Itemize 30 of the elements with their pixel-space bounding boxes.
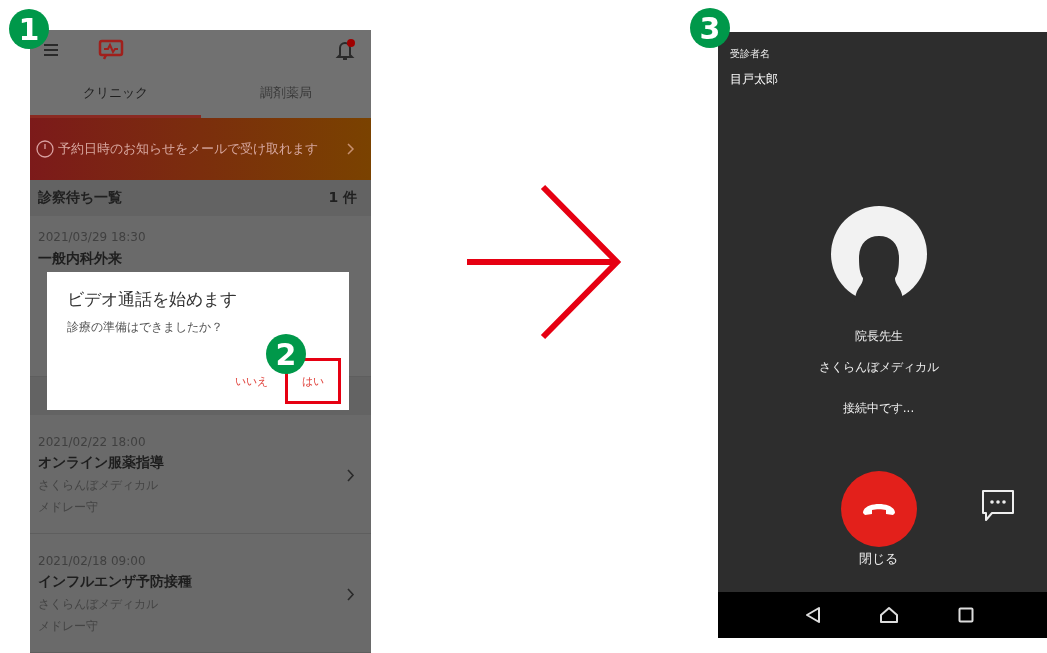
clock-icon — [36, 140, 54, 158]
chevron-icon — [347, 587, 355, 601]
step-badge: 3 — [690, 8, 730, 48]
appointment-title: 一般内科外来 — [38, 250, 122, 268]
back-icon[interactable] — [805, 606, 822, 624]
notice-banner[interactable]: 予約日時のお知らせをメールで受け取れます — [30, 118, 371, 180]
banner-text: 予約日時のお知らせをメールで受け取れます — [58, 140, 319, 158]
end-call-label: 閉じる — [859, 550, 898, 568]
call-status: 接続中です... — [842, 400, 915, 417]
phone-hangup-icon — [860, 501, 897, 517]
item-count: 1 件 — [328, 189, 357, 207]
avatar-icon — [830, 206, 927, 302]
dialog-title: ビデオ通話を始めます — [67, 288, 238, 311]
step-badge: 1 — [9, 9, 49, 49]
bell-icon[interactable] — [335, 38, 357, 62]
menu-icon[interactable] — [44, 44, 58, 56]
monitor-pulse-icon — [98, 39, 124, 61]
caller-name: 院長先生 — [854, 328, 903, 345]
clinic-name: さくらんぼメディカル — [818, 359, 939, 376]
patient-label: 受診者名 — [730, 47, 770, 61]
appointment-title: オンライン服薬指導 — [38, 453, 165, 472]
section-title: 診察待ち一覧 — [38, 189, 122, 207]
appointment-title: インフルエンザ予防接種 — [38, 572, 193, 591]
chevron-icon — [347, 468, 355, 482]
chat-bubble-icon[interactable] — [979, 489, 1016, 523]
recent-apps-icon[interactable] — [957, 607, 974, 623]
chevron-icon — [347, 143, 355, 155]
dialog-message: 診療の準備はできましたか？ — [67, 319, 224, 336]
home-icon[interactable] — [879, 606, 900, 624]
patient-name: 目戸太郎 — [730, 71, 778, 88]
